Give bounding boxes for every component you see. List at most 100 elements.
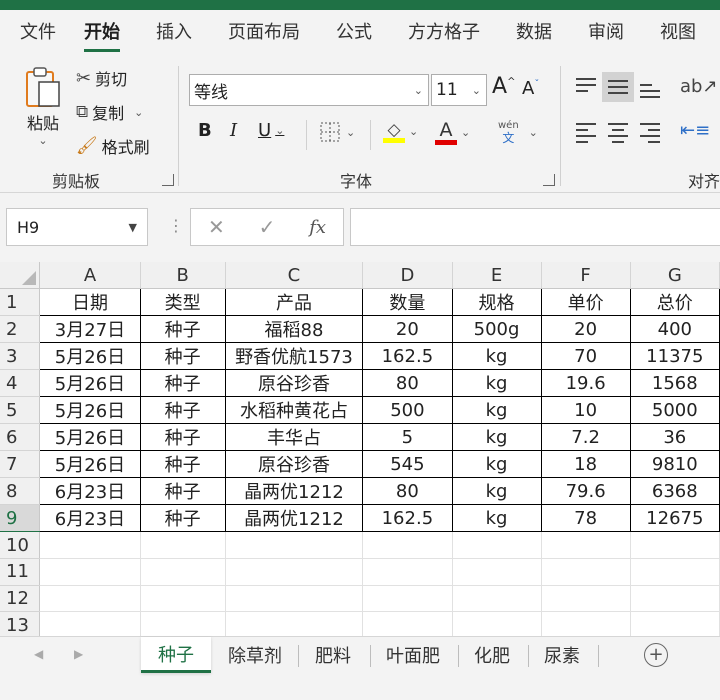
empty-cell[interactable] [541, 558, 631, 586]
data-cell[interactable]: 162.5 [362, 504, 453, 533]
align-bottom-icon[interactable] [634, 76, 666, 106]
empty-cell[interactable] [140, 558, 226, 586]
empty-cell[interactable] [630, 611, 720, 636]
data-cell[interactable]: 19.6 [540, 369, 631, 398]
data-cell[interactable]: 162.5 [362, 342, 453, 371]
data-cell[interactable]: 70 [540, 342, 631, 371]
data-cell[interactable]: 野香优航1573 [224, 342, 364, 371]
row-header[interactable]: 2 [0, 315, 41, 344]
data-cell[interactable]: 5月26日 [39, 396, 141, 425]
empty-cell[interactable] [140, 531, 226, 559]
font-size-select[interactable]: 11 ⌄ [431, 74, 487, 106]
empty-cell[interactable] [39, 531, 141, 559]
data-cell[interactable]: 1568 [629, 369, 720, 398]
row-header[interactable]: 10 [0, 531, 41, 559]
tab-file[interactable]: 文件 [0, 10, 70, 58]
row-header[interactable]: 4 [0, 369, 41, 398]
tab-review[interactable]: 审阅 [566, 10, 638, 58]
data-cell[interactable]: 晶两优1212 [224, 504, 364, 533]
column-header-f[interactable]: F [541, 262, 631, 290]
phonetic-button[interactable]: wén 文 ⌄ [498, 120, 538, 144]
empty-cell[interactable] [452, 531, 542, 559]
data-cell[interactable]: 丰华占 [224, 423, 364, 452]
data-cell[interactable]: kg [451, 342, 542, 371]
clipboard-launcher-icon[interactable] [162, 174, 174, 186]
data-cell[interactable]: 400 [629, 315, 720, 344]
empty-cell[interactable] [452, 611, 542, 636]
underline-button[interactable]: U ⌄ [258, 120, 284, 141]
empty-cell[interactable] [630, 585, 720, 613]
sheet-tab-seeds[interactable]: 种子 [141, 637, 211, 673]
header-cell[interactable]: 总价 [629, 288, 720, 317]
paste-button[interactable]: 粘贴 ⌄ [18, 66, 68, 147]
data-cell[interactable]: 原谷珍香 [224, 450, 364, 479]
tab-formulas[interactable]: 公式 [314, 10, 386, 58]
sheet-tab-herbicide[interactable]: 除草剂 [215, 637, 295, 673]
data-cell[interactable]: 种子 [139, 477, 226, 506]
data-cell[interactable]: 12675 [629, 504, 720, 533]
empty-cell[interactable] [541, 585, 631, 613]
column-header-d[interactable]: D [362, 262, 453, 290]
align-top-icon[interactable] [570, 70, 602, 100]
empty-cell[interactable] [452, 585, 542, 613]
data-cell[interactable]: 500 [362, 396, 453, 425]
column-header-e[interactable]: E [452, 262, 542, 290]
data-cell[interactable]: kg [451, 369, 542, 398]
empty-cell[interactable] [541, 611, 631, 636]
select-all-corner[interactable] [0, 262, 41, 290]
empty-cell[interactable] [39, 585, 141, 613]
enter-icon[interactable]: ✓ [259, 215, 276, 239]
header-cell[interactable]: 数量 [362, 288, 453, 317]
data-cell[interactable]: 原谷珍香 [224, 369, 364, 398]
data-cell[interactable]: 36 [629, 423, 720, 452]
insert-function-icon[interactable]: fx [309, 217, 326, 238]
data-cell[interactable]: 种子 [139, 504, 226, 533]
header-cell[interactable]: 类型 [139, 288, 226, 317]
empty-cell[interactable] [39, 558, 141, 586]
row-header[interactable]: 13 [0, 611, 41, 636]
data-cell[interactable]: 9810 [629, 450, 720, 479]
row-header[interactable]: 12 [0, 585, 41, 613]
empty-cell[interactable] [362, 611, 453, 636]
row-header[interactable]: 5 [0, 396, 41, 425]
empty-cell[interactable] [225, 611, 364, 636]
tab-ffcell[interactable]: 方方格子 [386, 10, 494, 58]
data-cell[interactable]: 种子 [139, 396, 226, 425]
empty-cell[interactable] [452, 558, 542, 586]
sheet-tab-foliar[interactable]: 叶面肥 [372, 637, 454, 673]
scroll-left-icon[interactable]: ◀ [34, 647, 43, 661]
data-cell[interactable]: 6368 [629, 477, 720, 506]
tab-insert[interactable]: 插入 [134, 10, 206, 58]
data-cell[interactable]: 6月23日 [39, 477, 141, 506]
empty-cell[interactable] [225, 585, 364, 613]
tab-page-layout[interactable]: 页面布局 [206, 10, 314, 58]
row-header[interactable]: 9 [0, 504, 41, 533]
empty-cell[interactable] [225, 558, 364, 586]
bold-button[interactable]: B [198, 120, 212, 141]
sheet-tab-chemical[interactable]: 化肥 [460, 637, 524, 673]
data-cell[interactable]: kg [451, 396, 542, 425]
cut-button[interactable]: ✂ 剪切 [76, 66, 127, 90]
shrink-font-button[interactable]: Aˇ [522, 78, 539, 99]
column-header-a[interactable]: A [39, 262, 141, 290]
data-cell[interactable]: 5月26日 [39, 342, 141, 371]
column-header-g[interactable]: G [630, 262, 720, 290]
row-header[interactable]: 1 [0, 288, 41, 317]
row-header[interactable]: 3 [0, 342, 41, 371]
orientation-button[interactable]: ab↗ [680, 76, 718, 97]
align-middle-icon[interactable] [602, 72, 634, 102]
data-cell[interactable]: 水稻种黄花占 [224, 396, 364, 425]
data-cell[interactable]: 种子 [139, 342, 226, 371]
add-sheet-button[interactable]: + [644, 643, 668, 667]
data-cell[interactable]: 种子 [139, 450, 226, 479]
row-header[interactable]: 11 [0, 558, 41, 586]
column-header-b[interactable]: B [140, 262, 226, 290]
empty-cell[interactable] [140, 611, 226, 636]
borders-button[interactable]: ⌄ [318, 120, 355, 144]
header-cell[interactable]: 单价 [540, 288, 631, 317]
data-cell[interactable]: 3月27日 [39, 315, 141, 344]
font-color-button[interactable]: A ⌄ [435, 120, 470, 145]
data-cell[interactable]: 500g [451, 315, 542, 344]
row-header[interactable]: 8 [0, 477, 41, 506]
name-box[interactable]: H9 ▼ [6, 208, 148, 246]
